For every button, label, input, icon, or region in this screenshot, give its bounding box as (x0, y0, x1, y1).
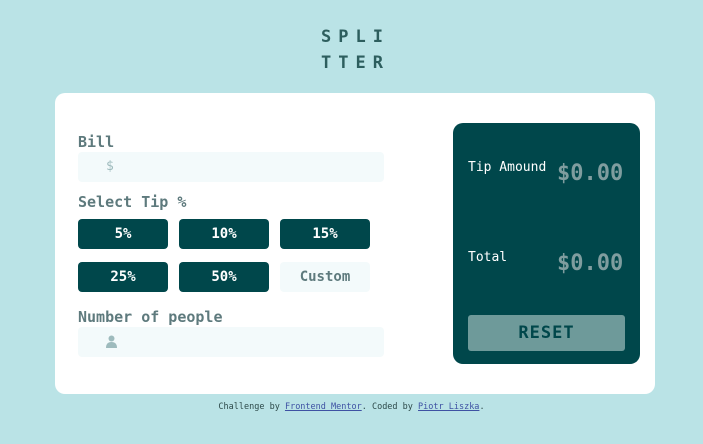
logo-line-2: TTER (321, 53, 390, 73)
tip-button-15[interactable]: 15% (280, 219, 370, 249)
bill-input[interactable]: $ (78, 152, 384, 182)
reset-button[interactable]: RESET (468, 315, 625, 351)
author-link[interactable]: Piotr Liszka (418, 402, 479, 412)
footer: Challenge by Frontend Mentor. Coded by P… (0, 402, 703, 412)
tip-amount-value: $0.00 (557, 161, 624, 186)
tip-button-10[interactable]: 10% (179, 219, 269, 249)
footer-text-3: . (479, 402, 485, 412)
tip-button-5[interactable]: 5% (78, 219, 168, 249)
footer-text-1: Challenge by (218, 402, 285, 412)
dollar-icon: $ (106, 159, 114, 174)
total-label: Total (468, 250, 508, 265)
people-label: Number of people (78, 308, 223, 326)
logo-line-1: SPLI (321, 27, 390, 47)
footer-text-2: . Coded by (361, 402, 419, 412)
frontend-mentor-link[interactable]: Frontend Mentor (285, 402, 362, 412)
tip-button-25[interactable]: 25% (78, 262, 168, 292)
total-value: $0.00 (557, 251, 624, 276)
select-tip-label: Select Tip % (78, 193, 187, 211)
app-logo: SPLI TTER (321, 24, 401, 76)
person-icon (106, 335, 117, 348)
results-panel: Tip Amound $0.00 Total $0.00 RESET (453, 123, 640, 364)
custom-tip-input[interactable]: Custom (280, 262, 370, 292)
tip-amount-label: Tip Amound (468, 160, 547, 175)
people-input[interactable] (78, 327, 384, 357)
bill-label: Bill (78, 133, 115, 151)
tip-button-50[interactable]: 50% (179, 262, 269, 292)
